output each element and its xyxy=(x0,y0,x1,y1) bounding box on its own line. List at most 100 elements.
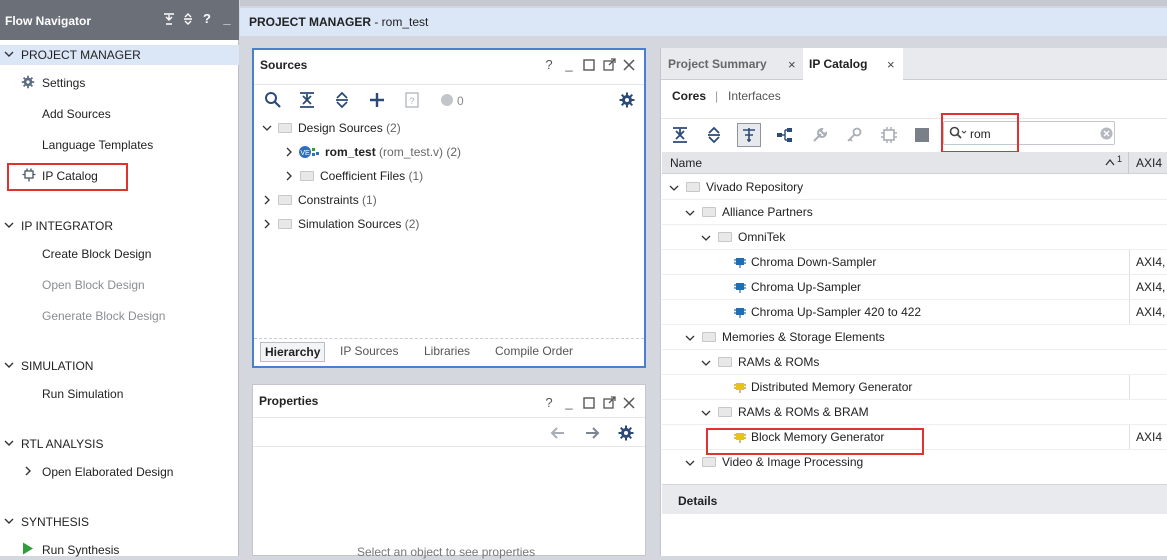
minimize-icon[interactable]: _ xyxy=(220,12,234,26)
close-icon[interactable] xyxy=(622,58,636,72)
chevron-down-icon[interactable] xyxy=(685,208,695,218)
gear-icon[interactable] xyxy=(618,91,636,109)
chevron-right-icon[interactable] xyxy=(284,147,294,157)
nav-item-run-synthesis[interactable]: Run Synthesis xyxy=(0,540,239,560)
folder-icon xyxy=(278,123,292,133)
float-icon[interactable] xyxy=(602,396,616,410)
ip-row-axi: AXI4, A xyxy=(1129,250,1167,274)
tree-node-design-sources[interactable]: Design Sources (2) xyxy=(262,121,401,141)
expand-all-icon[interactable] xyxy=(333,91,351,109)
minimize-icon[interactable]: _ xyxy=(562,58,576,72)
nav-item-add-sources[interactable]: Add Sources xyxy=(0,104,239,124)
hierarchy-icon[interactable] xyxy=(776,126,794,144)
chevron-down-icon[interactable] xyxy=(685,333,695,343)
ip-tree-row[interactable]: Chroma Up-Sampler AXI4, A xyxy=(662,275,1167,300)
float-icon[interactable] xyxy=(602,58,616,72)
maximize-icon[interactable] xyxy=(582,58,596,72)
tab-hierarchy[interactable]: Hierarchy xyxy=(260,342,326,362)
collapse-all-icon[interactable] xyxy=(671,126,689,144)
help-icon[interactable]: ? xyxy=(200,12,214,26)
close-icon[interactable] xyxy=(622,396,636,410)
ip-tree-row[interactable]: OmniTek xyxy=(662,225,1167,250)
collapse-all-icon[interactable] xyxy=(162,12,176,26)
ip-tree-row[interactable]: Video & Image Processing xyxy=(662,450,1167,475)
ip-tree-row[interactable]: Distributed Memory Generator xyxy=(662,375,1167,400)
help-icon[interactable]: ? xyxy=(542,396,556,410)
folder-icon xyxy=(718,407,732,417)
chevron-down-icon[interactable] xyxy=(685,458,695,468)
section-project-manager[interactable]: PROJECT MANAGER xyxy=(0,45,239,65)
nav-item-language-templates[interactable]: Language Templates xyxy=(0,135,239,155)
section-simulation[interactable]: SIMULATION xyxy=(0,356,239,376)
gear-icon[interactable] xyxy=(617,424,635,442)
tab-project-summary[interactable]: Project Summary × xyxy=(661,48,801,80)
close-icon[interactable]: × xyxy=(788,57,796,72)
minimize-icon[interactable]: _ xyxy=(562,396,576,410)
section-label: SIMULATION xyxy=(21,359,94,373)
nav-item-generate-block-design: Generate Block Design xyxy=(0,306,239,326)
column-header-name[interactable]: Name xyxy=(670,156,702,170)
ip-row-label: Chroma Up-Sampler xyxy=(751,280,862,294)
banner-project: - rom_test xyxy=(371,15,429,29)
tree-node-coefficient-files[interactable]: Coefficient Files (1) xyxy=(284,169,423,189)
details-section[interactable]: Details xyxy=(662,484,1167,514)
ip-tree-row[interactable]: RAMs & ROMs & BRAM xyxy=(662,400,1167,425)
ip-core-icon xyxy=(734,308,746,318)
flow-navigator-title: Flow Navigator xyxy=(5,14,92,28)
ip-tree-row[interactable]: Chroma Up-Sampler 420 to 422 AXI4, A xyxy=(662,300,1167,325)
tree-node-rom-test[interactable]: VE rom_test (rom_test.v) (2) xyxy=(284,145,461,165)
close-icon[interactable]: × xyxy=(887,57,895,72)
filter-icon xyxy=(743,128,755,142)
chevron-right-icon[interactable] xyxy=(262,195,272,205)
filter-toggle-button[interactable] xyxy=(737,123,761,147)
tab-ip-catalog[interactable]: IP Catalog × xyxy=(803,48,903,81)
ip-tree-row[interactable]: Chroma Down-Sampler AXI4, A xyxy=(662,250,1167,275)
nav-item-label: Open Elaborated Design xyxy=(42,465,174,479)
tree-node-simulation-sources[interactable]: Simulation Sources (2) xyxy=(262,217,419,237)
chevron-down-icon[interactable] xyxy=(701,408,711,418)
ip-core-icon xyxy=(734,258,746,268)
subtab-cores[interactable]: Cores xyxy=(672,89,706,103)
chevron-right-icon[interactable] xyxy=(23,466,33,476)
section-rtl-analysis[interactable]: RTL ANALYSIS xyxy=(0,434,239,454)
search-icon[interactable] xyxy=(264,91,282,109)
expand-all-icon[interactable] xyxy=(181,12,195,26)
section-label: PROJECT MANAGER xyxy=(21,48,141,62)
chevron-down-icon[interactable] xyxy=(701,358,711,368)
chevron-down-icon[interactable] xyxy=(701,233,711,243)
tab-ip-sources[interactable]: IP Sources xyxy=(340,344,398,358)
nav-item-run-simulation[interactable]: Run Simulation xyxy=(0,384,239,404)
chevron-down-icon[interactable] xyxy=(262,123,272,133)
sources-title: Sources xyxy=(260,58,308,72)
tab-libraries[interactable]: Libraries xyxy=(424,344,470,358)
help-icon[interactable]: ? xyxy=(542,58,556,72)
sources-toolbar: ? 0 xyxy=(254,84,644,114)
nav-item-open-elaborated-design[interactable]: Open Elaborated Design xyxy=(0,462,239,482)
folder-icon xyxy=(702,457,716,467)
chevron-right-icon[interactable] xyxy=(284,171,294,181)
expand-all-icon[interactable] xyxy=(705,126,723,144)
chevron-down-icon[interactable] xyxy=(669,183,679,193)
ip-tree-row[interactable]: Memories & Storage Elements xyxy=(662,325,1167,350)
add-icon[interactable] xyxy=(368,91,386,109)
clear-search-icon[interactable] xyxy=(1100,127,1113,140)
tree-node-constraints[interactable]: Constraints (1) xyxy=(262,193,377,213)
nav-item-create-block-design[interactable]: Create Block Design xyxy=(0,244,239,264)
ip-catalog-panel: Project Summary × IP Catalog × Cores | I… xyxy=(660,48,1167,556)
collapse-all-icon[interactable] xyxy=(298,91,316,109)
section-synthesis[interactable]: SYNTHESIS xyxy=(0,512,239,532)
ip-tree-row[interactable]: Vivado Repository xyxy=(662,175,1167,200)
maximize-icon[interactable] xyxy=(582,396,596,410)
ip-tree-row[interactable]: Alliance Partners xyxy=(662,200,1167,225)
nav-item-settings[interactable]: Settings xyxy=(0,73,239,93)
chip-settings-icon xyxy=(881,127,897,143)
subtab-interfaces[interactable]: Interfaces xyxy=(728,89,781,103)
tab-compile-order[interactable]: Compile Order xyxy=(495,344,573,358)
chevron-right-icon[interactable] xyxy=(262,219,272,229)
section-ip-integrator[interactable]: IP INTEGRATOR xyxy=(0,216,239,236)
column-header-axi[interactable]: AXI4 xyxy=(1136,156,1162,170)
grid-header: Name 1 AXI4 xyxy=(662,152,1167,174)
ip-tree-row[interactable]: RAMs & ROMs xyxy=(662,350,1167,375)
sort-ascending-icon[interactable] xyxy=(1105,158,1115,166)
tab-label: IP Catalog xyxy=(809,57,868,71)
